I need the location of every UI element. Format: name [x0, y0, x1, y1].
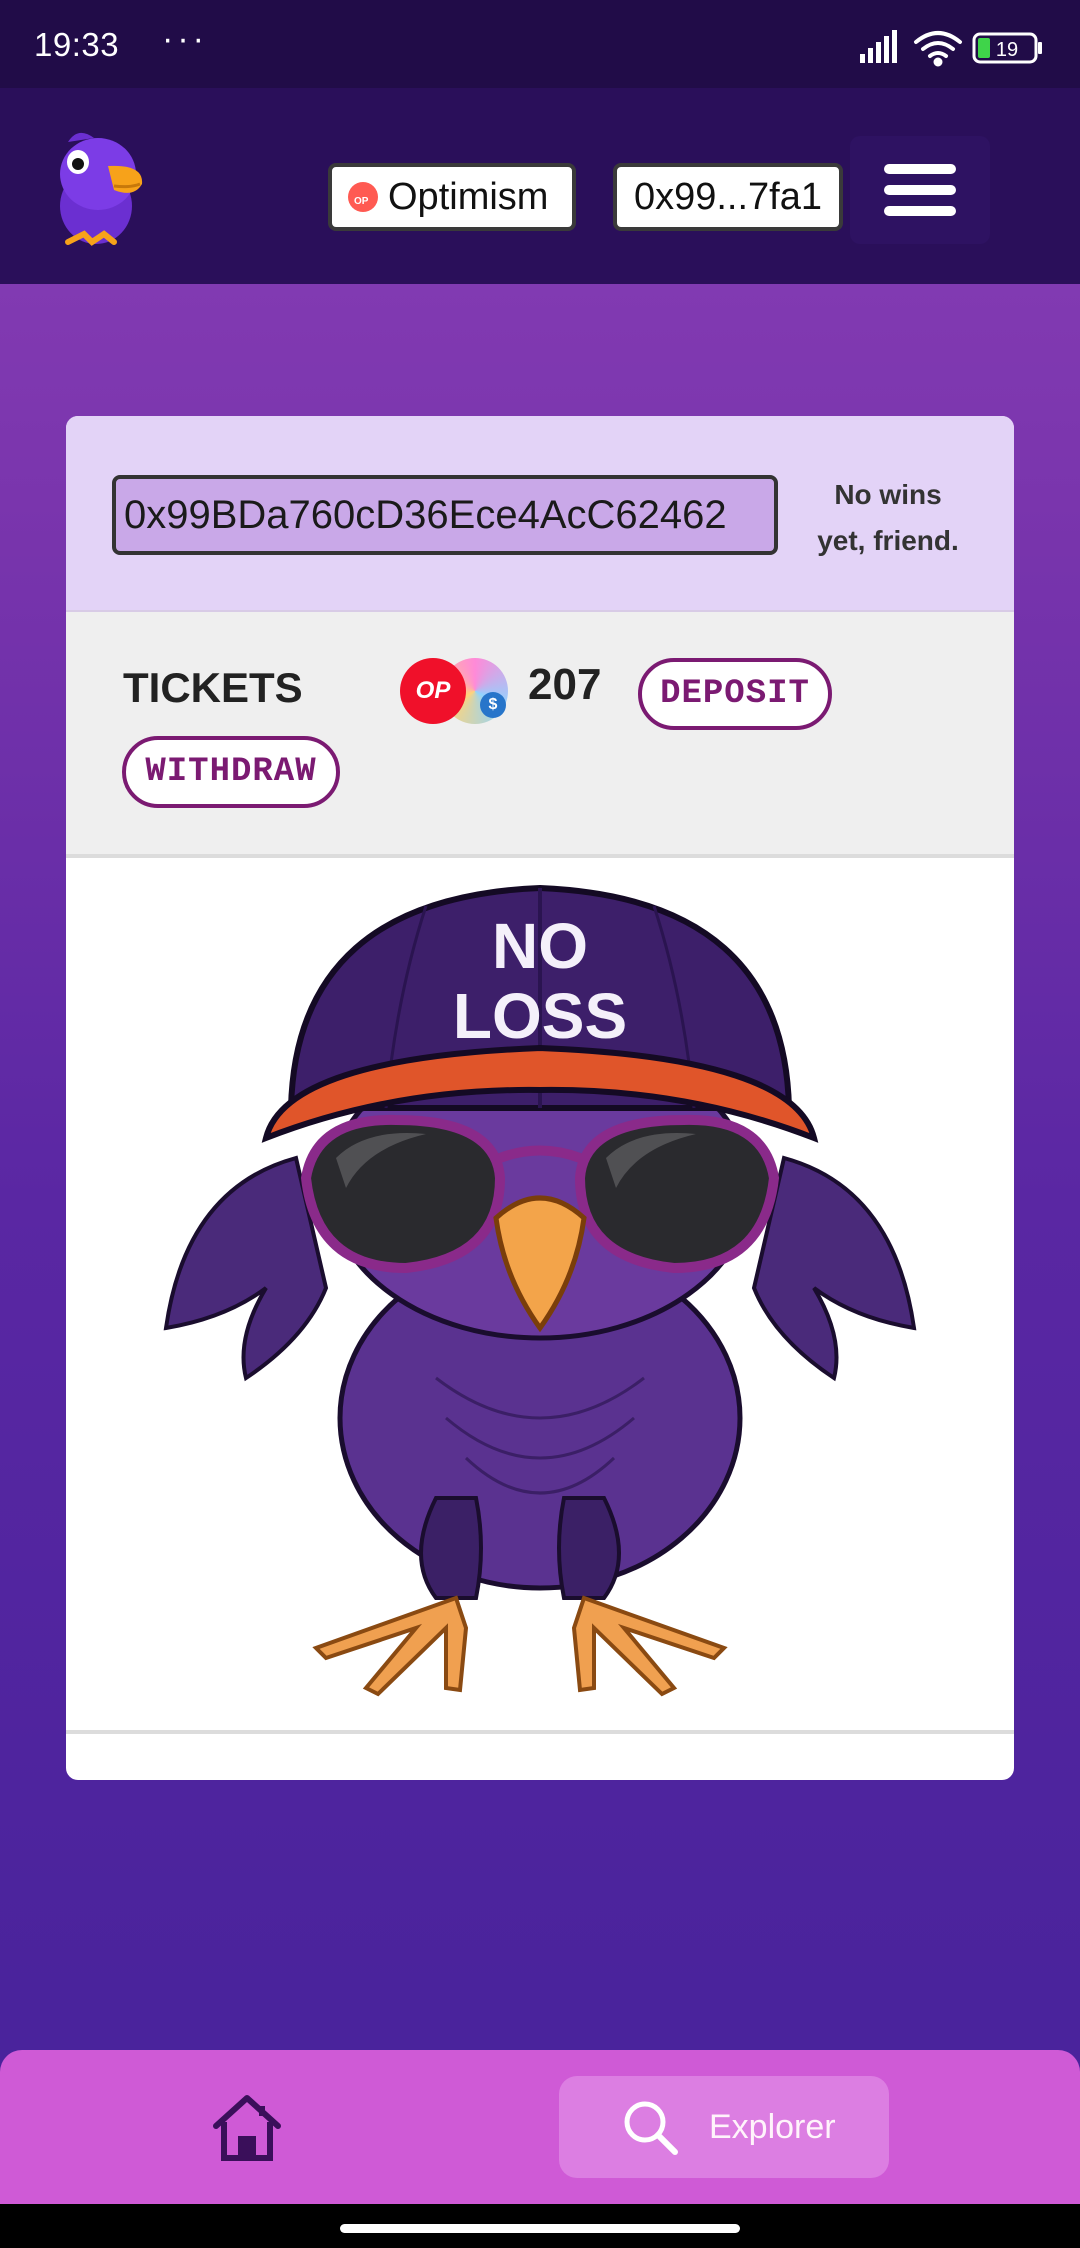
hamburger-icon-bar [884, 185, 956, 195]
optimism-icon: OP [348, 182, 378, 212]
tickets-label: TICKETS [123, 664, 303, 711]
signal-icon [860, 30, 897, 63]
status-icons: 19 [860, 30, 1042, 67]
wifi-icon [914, 31, 962, 67]
no-wins-line-2: yet, friend. [817, 525, 959, 556]
card-divider [66, 1730, 1014, 1734]
home-indicator[interactable] [340, 2224, 740, 2233]
address-input[interactable] [112, 475, 778, 555]
app-header: OP Optimism 0x99...7fa1 [0, 88, 1080, 284]
no-wins-text: No wins yet, friend. [788, 472, 988, 564]
ticket-count: 207 [528, 660, 602, 709]
home-icon[interactable] [210, 2092, 284, 2164]
bottom-navigation: Explorer [0, 2050, 1080, 2204]
cap-text-no: NO [492, 910, 588, 982]
explorer-label: Explorer [709, 2107, 836, 2146]
network-label: Optimism [388, 175, 549, 218]
parrot-logo[interactable] [48, 124, 158, 248]
status-time: 19:33 [34, 26, 120, 63]
tickets-section: TICKETS $ OP 207 DEPOSIT WITHDRAW [66, 612, 1014, 858]
account-card: No wins yet, friend. TICKETS $ OP 207 DE… [66, 416, 1014, 1780]
gesture-bar [0, 2204, 1080, 2248]
deposit-button[interactable]: DEPOSIT [638, 658, 832, 730]
cap-text-loss: LOSS [453, 980, 627, 1052]
hamburger-icon [884, 164, 956, 174]
network-selector-button[interactable]: OP Optimism [328, 163, 576, 231]
menu-button[interactable] [850, 136, 990, 244]
explorer-button[interactable]: Explorer [559, 2076, 889, 2178]
account-button[interactable]: 0x99...7fa1 [613, 163, 843, 231]
address-section: No wins yet, friend. [66, 416, 1014, 612]
usdc-icon: $ [480, 692, 506, 718]
notification-dots: ··· [162, 20, 208, 58]
hamburger-icon-bar [884, 206, 956, 216]
battery-icon: 19 [972, 32, 1042, 64]
battery-level: 19 [996, 39, 1018, 61]
no-wins-line-1: No wins [834, 479, 942, 510]
op-token-icon: OP [400, 658, 466, 724]
withdraw-button[interactable]: WITHDRAW [122, 736, 340, 808]
search-icon [624, 2101, 678, 2155]
status-bar: 19:33 ··· 19 [0, 0, 1080, 88]
no-loss-parrot-artwork: NO LOSS [66, 858, 1014, 1728]
